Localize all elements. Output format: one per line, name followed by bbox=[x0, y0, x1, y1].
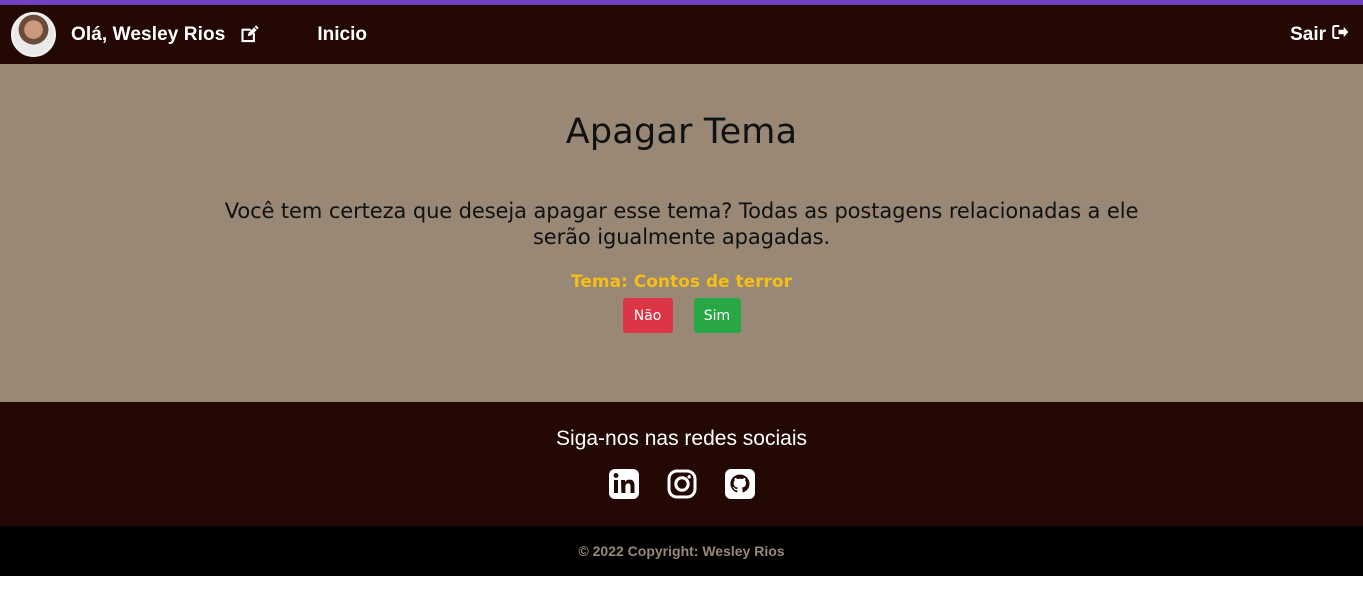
social-footer: Siga-nos nas redes sociais bbox=[0, 402, 1363, 526]
nav-link-home[interactable]: Inicio bbox=[317, 24, 367, 46]
copyright-text: © 2022 Copyright: Wesley Rios bbox=[578, 543, 785, 559]
topic-label: Tema: Contos de terror bbox=[571, 272, 792, 292]
logout-label: Sair bbox=[1290, 23, 1326, 45]
copyright-bar: © 2022 Copyright: Wesley Rios bbox=[0, 526, 1363, 576]
page-title: Apagar Tema bbox=[565, 112, 798, 152]
sign-out-icon bbox=[1331, 23, 1349, 47]
social-links bbox=[0, 468, 1363, 500]
delete-warning-message: Você tem certeza que deseja apagar esse … bbox=[224, 199, 1139, 249]
page-bottom-area bbox=[0, 576, 1363, 595]
delete-topic-panel: Apagar Tema Você tem certeza que deseja … bbox=[0, 64, 1363, 402]
edit-icon[interactable] bbox=[239, 24, 260, 45]
github-icon[interactable] bbox=[724, 468, 756, 500]
follow-title: Siga-nos nas redes sociais bbox=[556, 427, 807, 450]
logout-button[interactable]: Sair bbox=[1290, 23, 1349, 47]
avatar bbox=[11, 12, 56, 57]
linkedin-icon[interactable] bbox=[608, 468, 640, 500]
navbar: Olá, Wesley Rios Inicio Sair bbox=[0, 5, 1363, 64]
confirmation-actions: Não Sim bbox=[0, 298, 1363, 333]
confirm-delete-button[interactable]: Sim bbox=[693, 298, 741, 333]
user-greeting: Olá, Wesley Rios bbox=[71, 23, 226, 45]
instagram-icon[interactable] bbox=[666, 468, 698, 500]
cancel-button[interactable]: Não bbox=[622, 298, 673, 333]
